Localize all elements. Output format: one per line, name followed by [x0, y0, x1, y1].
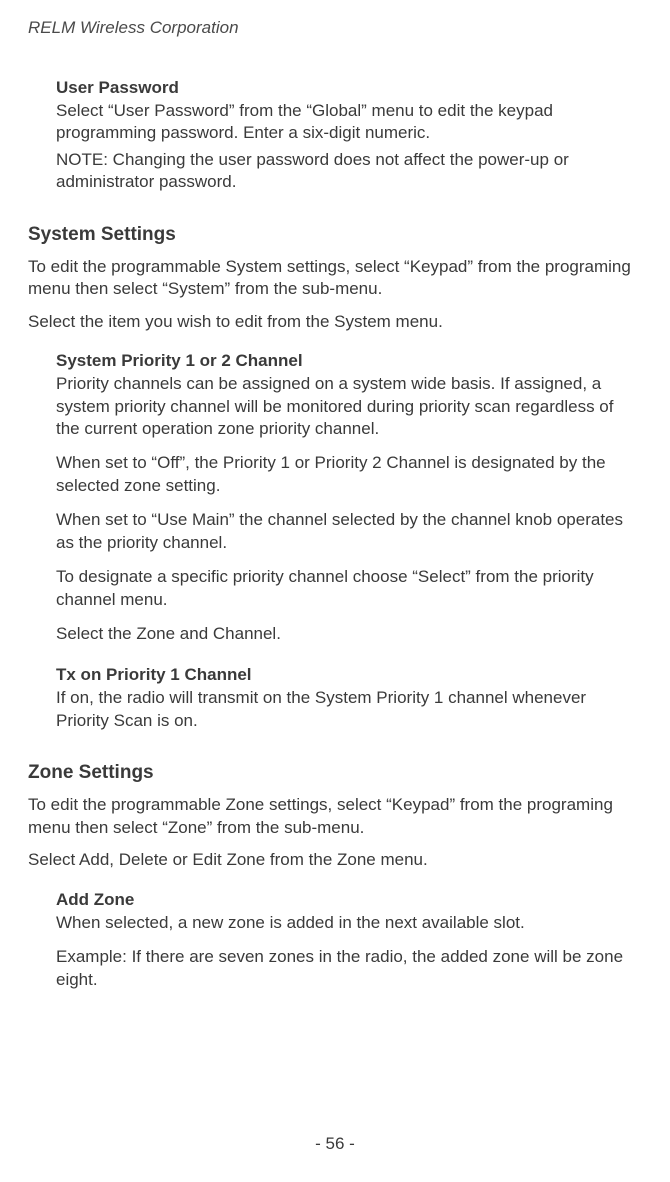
- subsection-add-zone: Add Zone When selected, a new zone is ad…: [28, 890, 642, 991]
- subsection-tx-priority: Tx on Priority 1 Channel If on, the radi…: [28, 665, 642, 732]
- subsection-priority-channel: System Priority 1 or 2 Channel Priority …: [28, 351, 642, 645]
- paragraph-user-password-1: Select “User Password” from the “Global”…: [56, 100, 638, 145]
- section-system-settings: System Settings To edit the programmable…: [28, 224, 642, 733]
- section-user-password: User Password Select “User Password” fro…: [28, 78, 642, 194]
- page-number: - 56 -: [0, 1134, 670, 1154]
- paragraph-zone-intro-2: Select Add, Delete or Edit Zone from the…: [28, 849, 642, 871]
- paragraph-add-zone-1: When selected, a new zone is added in th…: [56, 912, 638, 934]
- paragraph-priority-4: To designate a specific priority channel…: [56, 566, 638, 611]
- paragraph-priority-5: Select the Zone and Channel.: [56, 623, 638, 645]
- paragraph-zone-intro-1: To edit the programmable Zone settings, …: [28, 794, 642, 839]
- document-header: RELM Wireless Corporation: [28, 18, 642, 38]
- heading-system-settings: System Settings: [28, 224, 642, 246]
- heading-user-password: User Password: [56, 78, 638, 98]
- paragraph-priority-3: When set to “Use Main” the channel selec…: [56, 509, 638, 554]
- paragraph-add-zone-2: Example: If there are seven zones in the…: [56, 946, 638, 991]
- paragraph-priority-1: Priority channels can be assigned on a s…: [56, 373, 638, 440]
- heading-priority-channel: System Priority 1 or 2 Channel: [56, 351, 638, 371]
- heading-zone-settings: Zone Settings: [28, 762, 642, 784]
- paragraph-tx-priority-1: If on, the radio will transmit on the Sy…: [56, 687, 638, 732]
- section-zone-settings: Zone Settings To edit the programmable Z…: [28, 762, 642, 991]
- paragraph-system-intro-2: Select the item you wish to edit from th…: [28, 311, 642, 333]
- heading-tx-priority: Tx on Priority 1 Channel: [56, 665, 638, 685]
- paragraph-priority-2: When set to “Off”, the Priority 1 or Pri…: [56, 452, 638, 497]
- paragraph-system-intro-1: To edit the programmable System settings…: [28, 256, 642, 301]
- heading-add-zone: Add Zone: [56, 890, 638, 910]
- paragraph-user-password-note: NOTE: Changing the user password does no…: [56, 149, 638, 194]
